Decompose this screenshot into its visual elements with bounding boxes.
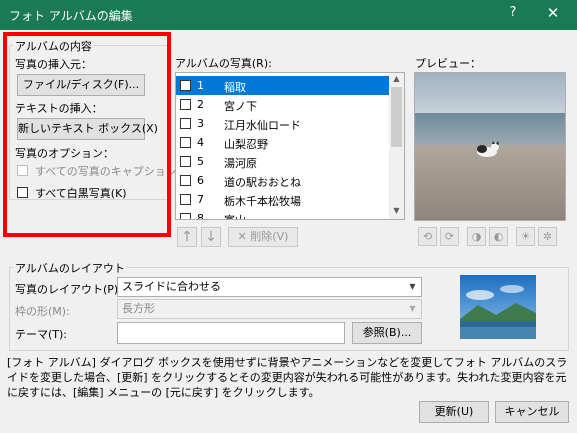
list-item-checkbox[interactable] bbox=[180, 80, 191, 91]
scroll-thumb[interactable] bbox=[391, 87, 402, 147]
album-photos-label: アルバムの写真(R): bbox=[175, 57, 272, 70]
scroll-up-icon[interactable]: ▲ bbox=[389, 74, 404, 83]
photo-layout-select[interactable]: スライドに合わせる ▼ bbox=[117, 277, 422, 297]
layout-preview-thumbnail bbox=[460, 275, 536, 339]
list-item[interactable]: 8 富山 bbox=[176, 209, 389, 220]
list-item[interactable]: 7 栃木千本松牧場 bbox=[176, 190, 389, 209]
list-item-label: 湯河原 bbox=[224, 157, 257, 170]
scroll-down-icon[interactable]: ▼ bbox=[389, 206, 404, 215]
chevron-down-icon[interactable]: ▼ bbox=[404, 300, 421, 318]
list-item[interactable]: 4 山梨忍野 bbox=[176, 133, 389, 152]
album-layout-group-label: アルバムのレイアウト bbox=[13, 260, 127, 276]
close-button[interactable]: ✕ bbox=[544, 4, 562, 22]
rotate-left-icon[interactable]: ⟲ bbox=[418, 227, 437, 246]
list-item-label: 稲取 bbox=[224, 81, 246, 94]
window-title: フォト アルバムの編集 bbox=[9, 9, 133, 23]
list-item[interactable]: 5 湯河原 bbox=[176, 152, 389, 171]
list-item-label: 江月水仙ロード bbox=[224, 119, 301, 132]
photo-layout-value: スライドに合わせる bbox=[122, 280, 221, 293]
list-item-number: 1 bbox=[197, 79, 204, 92]
list-item-checkbox[interactable] bbox=[180, 175, 191, 186]
help-button[interactable]: ? bbox=[505, 5, 521, 20]
list-item-checkbox[interactable] bbox=[180, 194, 191, 205]
list-item-checkbox[interactable] bbox=[180, 156, 191, 167]
preview-photo bbox=[415, 73, 565, 220]
list-item-number: 6 bbox=[197, 174, 204, 187]
info-text: [フォト アルバム] ダイアログ ボックスを使用せずに背景やアニメーションなどを… bbox=[7, 356, 568, 399]
list-item-number: 2 bbox=[197, 98, 204, 111]
photo-layout-label: 写真のレイアウト(P): bbox=[15, 283, 122, 296]
list-item-label: 山梨忍野 bbox=[224, 138, 268, 151]
highlight-box bbox=[3, 32, 171, 237]
chevron-down-icon[interactable]: ▼ bbox=[404, 278, 421, 296]
title-bar: フォト アルバムの編集 ? ✕ bbox=[0, 0, 577, 30]
list-item-number: 7 bbox=[197, 193, 204, 206]
list-item[interactable]: 3 江月水仙ロード bbox=[176, 114, 389, 133]
list-item-label: 栃木千本松牧場 bbox=[224, 195, 301, 208]
list-item-checkbox[interactable] bbox=[180, 118, 191, 129]
list-item-number: 5 bbox=[197, 155, 204, 168]
brightness-down-icon[interactable]: ✲ bbox=[538, 227, 557, 246]
preview-label: プレビュー： bbox=[415, 57, 481, 70]
list-item-number: 4 bbox=[197, 136, 204, 149]
cancel-button[interactable]: キャンセル bbox=[495, 401, 569, 423]
update-button[interactable]: 更新(U) bbox=[419, 401, 489, 423]
list-item-label: 宮ノ下 bbox=[224, 100, 257, 113]
theme-label: テーマ(T): bbox=[15, 328, 68, 341]
contrast-up-icon[interactable]: ◑ bbox=[467, 227, 486, 246]
move-down-button[interactable]: ↓ bbox=[201, 227, 221, 247]
list-item-checkbox[interactable] bbox=[180, 213, 191, 219]
delete-button[interactable]: ✕ 削除(V) bbox=[228, 227, 298, 247]
frame-shape-label: 枠の形(M): bbox=[15, 305, 70, 318]
theme-input[interactable] bbox=[117, 322, 345, 344]
list-item-label: 道の駅おおとね bbox=[224, 176, 301, 189]
list-item[interactable]: 1 稲取 bbox=[176, 76, 389, 95]
list-item[interactable]: 2 宮ノ下 bbox=[176, 95, 389, 114]
album-photos-list[interactable]: 1 稲取 2 宮ノ下 3 江月水仙ロード 4 山梨忍野 5 湯河原 6 道の駅お… bbox=[175, 72, 405, 220]
list-item[interactable]: 6 道の駅おおとね bbox=[176, 171, 389, 190]
layout-preview-image bbox=[460, 275, 536, 339]
move-up-button[interactable]: ↑ bbox=[177, 227, 197, 247]
browse-button[interactable]: 参照(B)... bbox=[352, 322, 422, 344]
preview-image bbox=[414, 72, 566, 221]
list-item-checkbox[interactable] bbox=[180, 137, 191, 148]
list-item-number: 8 bbox=[197, 212, 204, 220]
list-scrollbar[interactable]: ▲ ▼ bbox=[389, 73, 404, 219]
list-item-label: 富山 bbox=[224, 212, 246, 219]
contrast-down-icon[interactable]: ◐ bbox=[489, 227, 508, 246]
rotate-right-icon[interactable]: ⟳ bbox=[440, 227, 459, 246]
frame-shape-select[interactable]: 長方形 ▼ bbox=[117, 299, 422, 319]
frame-shape-value: 長方形 bbox=[122, 302, 155, 315]
list-item-checkbox[interactable] bbox=[180, 99, 191, 110]
brightness-up-icon[interactable]: ☀ bbox=[516, 227, 535, 246]
list-item-number: 3 bbox=[197, 117, 204, 130]
